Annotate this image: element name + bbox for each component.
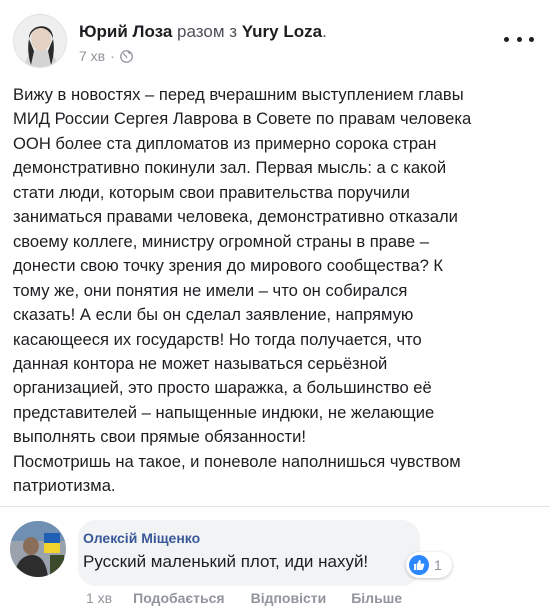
post-text-line: демонстративно покинули зал. Первая мысл…	[13, 158, 447, 178]
post-text-line: Посмотришь на такое, и поневоле наполниш…	[13, 451, 461, 471]
dot	[529, 36, 534, 42]
post-page-suffix: .	[322, 22, 327, 41]
dot	[504, 36, 509, 42]
post-text-line: Вижу в новостях – перед вчерашним выступ…	[13, 85, 464, 104]
like-comment-button[interactable]: Подобається	[133, 590, 224, 606]
post-text-line: представителей – напыщенные индюки, не ж…	[13, 402, 435, 422]
post-text-line: ООН более ста дипломатов из примерно сор…	[13, 133, 437, 153]
post-text-line: касающееся их государств! Но тогда получ…	[13, 329, 422, 349]
author-avatar[interactable]	[13, 14, 67, 68]
comment-text: Русский маленький плот, иди нахуй!	[83, 552, 369, 571]
post-text-line: патриотизма.	[13, 476, 116, 496]
post-text-line: организацией, это просто шаражка, а боль…	[13, 378, 432, 398]
more-dots-icon[interactable]	[504, 30, 534, 48]
post-text-line: своему коллеге, министру огромной страны…	[13, 231, 429, 251]
post-time-separator: ·	[110, 48, 115, 64]
post-author-name[interactable]: Юрий Лоза	[79, 22, 172, 41]
thumbs-up-glyph	[414, 560, 425, 570]
reaction-count: 1	[434, 557, 442, 573]
post-with-text: разом з	[177, 22, 238, 41]
commenter-avatar[interactable]	[10, 521, 66, 577]
post-text-line: донести свою точку зрения до мирового со…	[13, 256, 444, 276]
post-text-line: МИД России Сергея Лаврова в Совете по пр…	[13, 109, 472, 129]
post-text-line: выполнять свои прямые обязанности!	[13, 427, 307, 447]
post-text-line: тому же, они понятия не имели – что он с…	[13, 280, 408, 300]
post-meta: 7 хв ·	[79, 48, 133, 64]
comment-actions: 1 хв Подобається Відповісти Більше	[86, 590, 402, 606]
reply-comment-button[interactable]: Відповісти	[251, 590, 327, 606]
post-author-line: Юрий Лоза разом з Yury Loza.	[79, 22, 327, 42]
post-time[interactable]: 7 хв	[79, 48, 105, 64]
post-text-line: данная контора не может называться серьё…	[13, 353, 388, 373]
commenter-name[interactable]: Олексій Міщенко	[83, 530, 200, 546]
post-text-line: сказать! А если бы он сделал заявление, …	[13, 305, 414, 325]
divider	[0, 506, 550, 507]
comment-time[interactable]: 1 хв	[86, 590, 112, 606]
like-icon	[409, 555, 429, 575]
post-text: Вижу в новостях – перед вчерашним выступ…	[13, 83, 537, 499]
globe-icon	[119, 49, 133, 63]
post-text-line: стати люди, которым свои правительства п…	[13, 182, 410, 202]
dot	[516, 36, 522, 42]
post-header: Юрий Лоза разом з Yury Loza. 7 хв ·	[0, 0, 550, 78]
more-comment-button[interactable]: Більше	[351, 590, 402, 606]
post-text-line: заниматься правами человека, демонстрати…	[13, 207, 458, 227]
comment-reactions[interactable]: 1	[406, 552, 452, 578]
commenter-avatar-image	[10, 521, 66, 577]
post-page-name[interactable]: Yury Loza	[242, 22, 322, 41]
author-avatar-image	[14, 15, 66, 67]
